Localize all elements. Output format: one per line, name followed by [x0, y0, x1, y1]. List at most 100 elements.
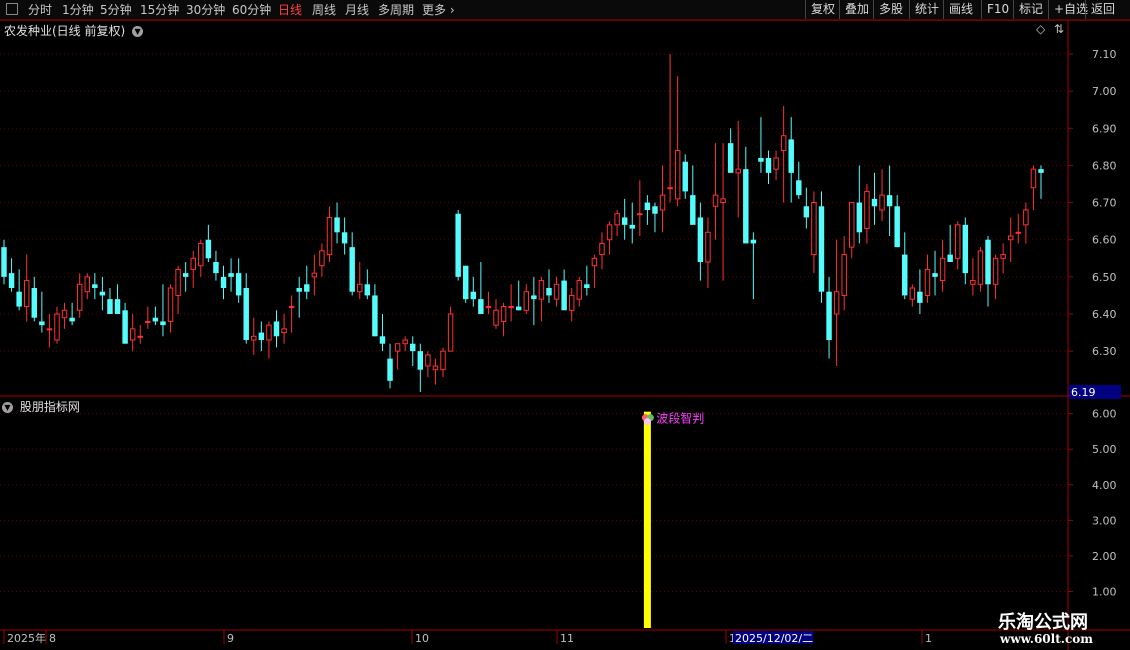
candle-body-down: [228, 273, 234, 277]
candle-body-down: [463, 265, 469, 300]
candle-body-down: [947, 254, 953, 262]
candle-body-down: [690, 195, 696, 225]
candle-body-up: [198, 242, 204, 267]
candle-body-up: [1023, 209, 1029, 226]
signal-label: 波段智判: [656, 411, 704, 426]
candle-body-up: [970, 280, 976, 285]
candle-body-up: [833, 291, 840, 315]
price-tick-label: 6.90: [1092, 122, 1117, 135]
date-label: 1: [925, 632, 932, 645]
candle-body-up: [129, 328, 136, 341]
candle-body-down: [871, 198, 878, 207]
signal-bar: [643, 411, 651, 628]
indicator-name: 股朋指标网: [19, 400, 80, 414]
candle-body-up: [394, 343, 401, 352]
collapse-icon[interactable]: ▼: [2, 402, 13, 413]
indicator-tick-label: 4.00: [1092, 479, 1117, 492]
candle-body-down: [107, 299, 113, 314]
candle-body-up: [992, 257, 999, 285]
price-tick-label: 6.60: [1092, 234, 1117, 247]
candle-body-down: [826, 291, 832, 340]
date-label: 9: [227, 632, 234, 645]
candle-body-up: [54, 313, 60, 341]
watermark-url: www.60lt.com: [1000, 632, 1093, 646]
candle-body-up: [266, 324, 272, 341]
candle-body-up: [281, 328, 287, 334]
candle-body-down: [629, 224, 635, 229]
date-label: 8: [49, 632, 56, 645]
candle-body-up: [23, 280, 30, 308]
price-tick-label: 6.30: [1092, 345, 1117, 358]
candle-body-down: [856, 202, 863, 233]
candle-body-down: [788, 139, 794, 173]
candle-body-up: [879, 194, 885, 211]
candle-body-down: [796, 180, 802, 196]
candle-body-up: [46, 328, 53, 331]
candle-body-up: [251, 335, 257, 341]
candle-body-up: [720, 198, 726, 204]
signal-marker-dot: [643, 418, 651, 426]
indicator-tick-label: 5.00: [1092, 443, 1117, 456]
candle-body-down: [114, 299, 121, 314]
candle-body-down: [561, 280, 567, 311]
candle-body-down: [99, 291, 106, 296]
candle-body-up: [137, 335, 143, 338]
candle-body-up: [637, 213, 643, 216]
candle-body-down: [304, 284, 310, 292]
candle-body-down: [258, 332, 265, 340]
candle-body-up: [849, 202, 855, 248]
candle-body-up: [288, 306, 295, 309]
candle-body-up: [924, 268, 931, 296]
candle-body-up: [432, 365, 439, 371]
candle-body-down: [372, 295, 378, 337]
diamond-icon[interactable]: ◇: [1036, 22, 1045, 36]
stock-name-label: 农发种业(日线 前复权): [4, 24, 126, 38]
price-tick-label: 6.80: [1092, 159, 1117, 172]
candle-body-up: [425, 354, 431, 367]
candle-body-up: [599, 242, 605, 256]
candle-body-down: [92, 284, 98, 288]
candle-body-up: [1000, 254, 1006, 259]
candle-body-down: [902, 254, 908, 296]
candle-body-up: [939, 257, 946, 282]
candle-body-down: [349, 247, 355, 292]
candle-body-down: [220, 276, 227, 288]
candle-body-up: [485, 306, 492, 309]
candle-body-up: [357, 283, 363, 293]
candle-body-down: [621, 217, 628, 225]
candle-body-up: [568, 294, 575, 311]
candle-body-up: [500, 306, 507, 322]
expand-icon[interactable]: ⇅: [1054, 22, 1064, 36]
candle-body-down: [39, 321, 45, 326]
candle-body-down: [122, 310, 128, 344]
candle-body-up: [674, 150, 681, 200]
candle-body-up: [190, 257, 196, 270]
candle-body-up: [864, 190, 870, 230]
main-panel-title: 农发种业(日线 前复权) ▼: [4, 22, 144, 39]
candle-body-down: [160, 321, 166, 326]
candle-body-down: [531, 295, 537, 300]
candle-body-down: [1, 247, 7, 277]
candle-body-down: [758, 158, 764, 162]
candle-body-down: [803, 206, 810, 218]
candle-body-down: [69, 317, 75, 322]
indicator-tick-label: 1.00: [1092, 585, 1117, 598]
candle-body-down: [584, 284, 590, 288]
candle-body-down: [417, 351, 424, 370]
candle-body-down: [962, 224, 969, 274]
candle-body-up: [1015, 231, 1022, 234]
candle-body-up: [440, 350, 446, 371]
date-label: 2025年: [7, 631, 46, 645]
dropdown-icon[interactable]: ▼: [132, 26, 144, 37]
candle-body-up: [538, 280, 545, 300]
candle-body-down: [515, 306, 522, 311]
candle-body-down: [743, 169, 749, 244]
candle-body-up: [591, 257, 598, 267]
candle-body-down: [213, 262, 219, 274]
candle-body-down: [644, 202, 651, 210]
candle-body-up: [659, 194, 666, 211]
candle-body-down: [917, 291, 923, 303]
watermark-title: 乐淘公式网: [998, 612, 1088, 633]
candle-body-up: [735, 168, 741, 174]
candle-body-up: [145, 320, 151, 323]
